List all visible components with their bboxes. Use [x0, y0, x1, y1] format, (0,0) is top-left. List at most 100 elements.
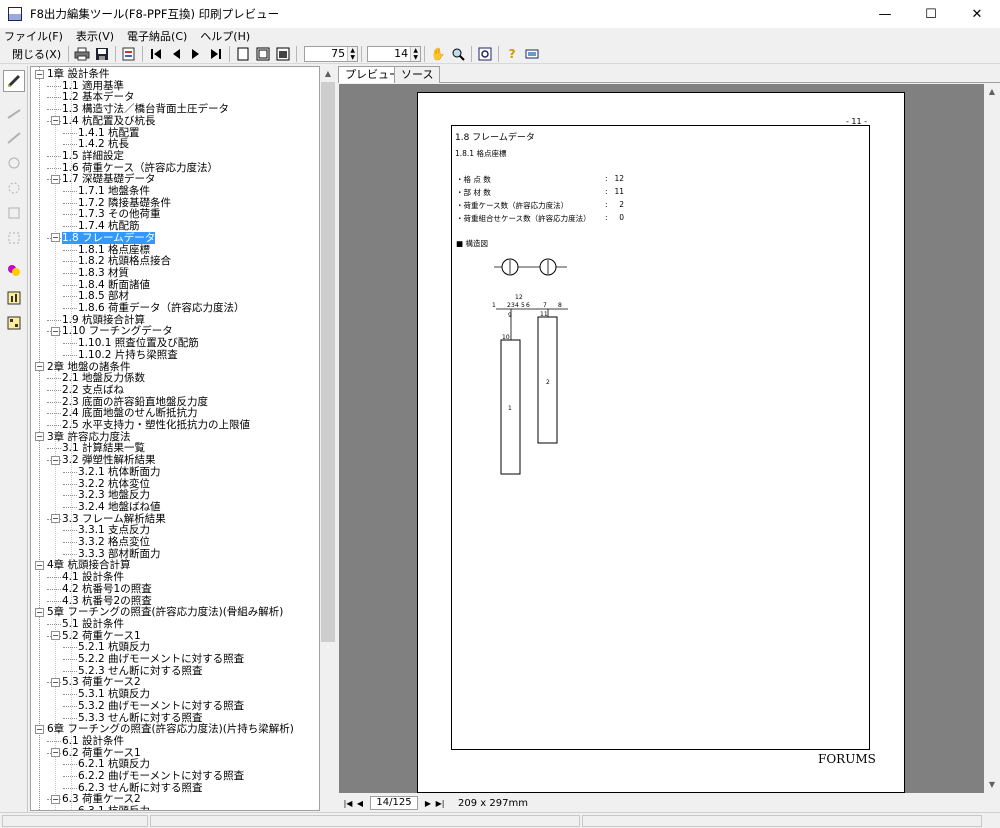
tree-item[interactable]: 3.3.3 部材断面力	[78, 548, 161, 560]
page-spinner[interactable]: ▲▼	[367, 45, 422, 62]
tree-collapse-toggle[interactable]: −	[51, 455, 60, 465]
tree-collapse-toggle[interactable]: −	[35, 432, 44, 442]
tree-item[interactable]: 1.10.1 照査位置及び配筋	[78, 337, 199, 349]
tool-icon-2[interactable]	[3, 102, 25, 124]
tree-item[interactable]: 3.1 計算結果一覧	[62, 442, 145, 454]
tree-item[interactable]: 5章 フーチングの照査(許容応力度法)(骨組み解析)	[47, 606, 283, 618]
print-icon[interactable]	[72, 45, 92, 63]
tree-item[interactable]: 3.2 弾塑性解析結果	[62, 454, 156, 466]
tree-collapse-toggle[interactable]: −	[35, 724, 44, 734]
tree-item[interactable]: 3.2.2 杭体変位	[78, 478, 150, 490]
preview-horizontal-scrollbar[interactable]	[862, 797, 984, 809]
tree-item[interactable]: 6.2.3 せん断に対する照査	[78, 782, 203, 794]
fit-width-icon[interactable]	[273, 45, 293, 63]
menu-file[interactable]: ファイル(F)	[4, 28, 63, 44]
tool-icon-7[interactable]	[3, 227, 25, 249]
tree-item[interactable]: 1.3 構造寸法／橋台背面土圧データ	[62, 103, 229, 115]
tree-item[interactable]: 4.3 杭番号2の照査	[62, 595, 152, 607]
scroll-up-arrow[interactable]: ▲	[984, 84, 1000, 100]
tree-scrollbar[interactable]: ▲ ▼	[320, 66, 336, 811]
scroll-down-arrow[interactable]: ▼	[984, 777, 1000, 793]
menu-help[interactable]: ヘルプ(H)	[200, 28, 250, 44]
help-icon[interactable]: ?	[502, 45, 522, 63]
tree-item[interactable]: 1章 設計条件	[47, 68, 110, 80]
tree-item[interactable]: 5.2 荷重ケース1	[62, 630, 141, 642]
tree-item[interactable]: 1.2 基本データ	[62, 91, 135, 103]
tree-collapse-toggle[interactable]: −	[51, 116, 60, 126]
print-preview-area[interactable]: - 11 - 1.8 フレームデータ 1.8.1 格点座標 ・格 点 数 : 1…	[339, 84, 984, 793]
tree-item[interactable]: 6.1 設計条件	[62, 735, 124, 747]
scroll-up-arrow[interactable]: ▲	[320, 66, 336, 82]
next-page-icon[interactable]	[186, 45, 206, 63]
tree-item[interactable]: 1.7.1 地盤条件	[78, 185, 150, 197]
prev-page-button[interactable]: ◀	[354, 799, 366, 808]
tree-item[interactable]: 1.4.1 杭配置	[78, 127, 140, 139]
tree-item[interactable]: 1.8.1 格点座標	[78, 244, 150, 256]
tree-collapse-toggle[interactable]: −	[35, 69, 44, 79]
tree-item[interactable]: 1.8.2 杭頭格点接合	[78, 255, 171, 267]
fit-page-icon[interactable]	[253, 45, 273, 63]
tool-icon-6[interactable]	[3, 202, 25, 224]
zoom-icon[interactable]	[448, 45, 468, 63]
zoom-input[interactable]	[305, 46, 348, 61]
tree-item[interactable]: 6.2.1 杭頭反力	[78, 758, 150, 770]
tree-collapse-toggle[interactable]: −	[51, 514, 60, 524]
page-input[interactable]	[368, 46, 411, 61]
tree-item[interactable]: 1.4 杭配置及び杭長	[62, 115, 156, 127]
tree-item[interactable]: 2.5 水平支持力・塑性化抵抗力の上限値	[62, 419, 250, 431]
tree-item[interactable]: 1.8.5 部材	[78, 290, 129, 302]
tree-item[interactable]: 5.2.2 曲げモーメントに対する照査	[78, 653, 244, 665]
tree-item[interactable]: 1.7 深礎基礎データ	[62, 173, 156, 185]
tree-collapse-toggle[interactable]: −	[51, 631, 60, 641]
tree-item[interactable]: 1.7.2 隣接基礎条件	[78, 197, 171, 209]
outline-tree[interactable]: 1章 設計条件 −1.1 適用基準 1.2 基本データ 1.3 構造寸法／橋台背面土圧…	[30, 66, 320, 811]
zoom-spinner[interactable]: ▲▼	[304, 45, 359, 62]
tree-item[interactable]: 2章 地盤の諸条件	[47, 361, 131, 373]
next-page-button[interactable]: ▶	[422, 799, 434, 808]
tree-item[interactable]: 5.3.2 曲げモーメントに対する照査	[78, 700, 244, 712]
edit-pen-icon[interactable]	[3, 70, 25, 92]
color-palette-icon[interactable]	[3, 259, 25, 281]
tree-item[interactable]: 2.1 地盤反力係数	[62, 372, 145, 384]
tree-item[interactable]: 1.5 詳細設定	[62, 150, 124, 162]
tree-collapse-toggle[interactable]: −	[51, 677, 60, 687]
menu-electronic-delivery[interactable]: 電子納品(C)	[127, 28, 187, 44]
tree-item[interactable]: 5.2.1 杭頭反力	[78, 641, 150, 653]
page-spin-arrows[interactable]: ▲ ▼	[410, 46, 421, 61]
tree-collapse-toggle[interactable]: −	[51, 748, 60, 758]
tree-item[interactable]: 2.3 底面の許容鉛直地盤反力度	[62, 396, 208, 408]
first-page-button[interactable]: |◀	[342, 799, 354, 808]
chart-tool-icon[interactable]	[3, 287, 25, 309]
tree-item[interactable]: 1.8.4 断面諸値	[78, 279, 150, 291]
page-setup-icon[interactable]	[119, 45, 139, 63]
close-window-button[interactable]: ✕	[954, 0, 1000, 28]
save-icon[interactable]	[92, 45, 112, 63]
tree-item[interactable]: 1.1 適用基準	[62, 80, 124, 92]
preview-vertical-scrollbar[interactable]: ▲ ▼	[984, 84, 1000, 793]
tree-item[interactable]: 1.8.6 荷重データ（許容応力度法）	[78, 302, 245, 314]
tree-item[interactable]: 5.3.3 せん断に対する照査	[78, 712, 203, 724]
tree-item[interactable]: 1.7.3 その他荷重	[78, 208, 161, 220]
close-button[interactable]: 閉じる(X)	[8, 45, 65, 63]
tree-collapse-toggle[interactable]: −	[35, 362, 44, 371]
info-icon[interactable]	[522, 45, 542, 63]
tree-scroll-thumb[interactable]	[321, 82, 335, 642]
tree-item[interactable]: 6章 フーチングの照査(許容応力度法)(片持ち梁解析)	[47, 723, 294, 735]
last-page-icon[interactable]	[206, 45, 226, 63]
tree-item[interactable]: 3.3 フレーム解析結果	[62, 513, 166, 525]
tool-icon-5[interactable]	[3, 177, 25, 199]
first-page-icon[interactable]	[146, 45, 166, 63]
tree-item[interactable]: 2.2 支点ばね	[62, 384, 124, 396]
tree-collapse-toggle[interactable]: −	[51, 326, 60, 336]
single-page-icon[interactable]	[233, 45, 253, 63]
tree-item[interactable]: 3.3.1 支点反力	[78, 524, 150, 536]
tree-collapse-toggle[interactable]: −	[35, 607, 44, 617]
tab-source[interactable]: ソース	[394, 66, 441, 83]
tree-collapse-toggle[interactable]: −	[35, 560, 44, 570]
tree-item[interactable]: 4.2 杭番号1の照査	[62, 583, 152, 595]
prev-page-icon[interactable]	[166, 45, 186, 63]
tree-item[interactable]: 3.2.1 杭体断面力	[78, 466, 161, 478]
zoom-spin-arrows[interactable]: ▲ ▼	[347, 46, 358, 61]
tree-item[interactable]: 1.8.3 材質	[78, 267, 129, 279]
tree-item[interactable]: 4章 杭頭接合計算	[47, 559, 131, 571]
